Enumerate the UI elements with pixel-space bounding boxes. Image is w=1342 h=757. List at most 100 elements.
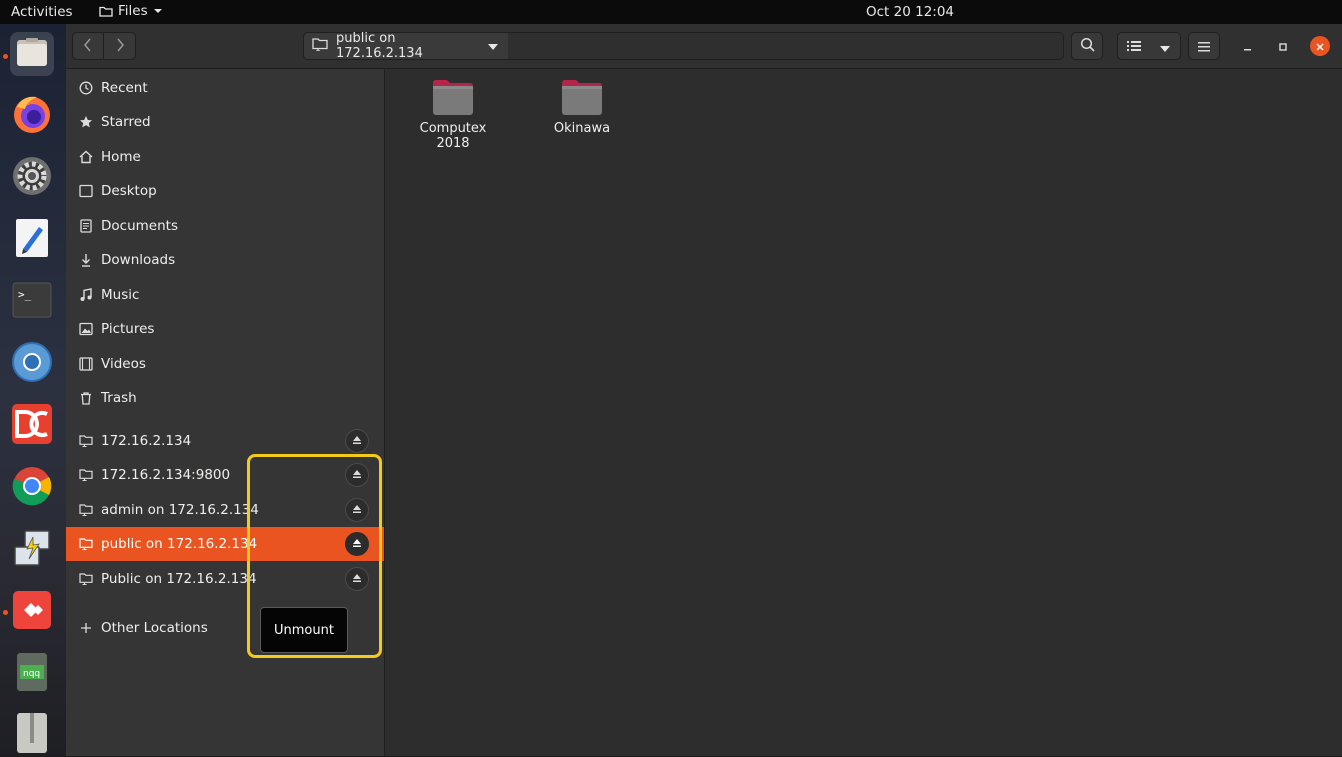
network-folder-icon <box>79 572 93 586</box>
dock-anydesk[interactable] <box>10 590 54 634</box>
sidebar-item-label: Starred <box>101 114 151 130</box>
sidebar-item-label: admin on 172.16.2.134 <box>101 502 259 518</box>
dock-settings[interactable] <box>10 156 54 200</box>
running-indicator <box>3 54 8 59</box>
network-folder-icon <box>79 468 93 482</box>
dock-terminal[interactable]: >_ <box>10 280 54 324</box>
running-indicator <box>3 610 8 615</box>
home-icon <box>79 150 93 164</box>
folder-name-line1: Computex <box>419 121 487 136</box>
files-icon <box>14 34 50 74</box>
back-button[interactable] <box>72 32 104 60</box>
firefox-icon <box>11 93 53 139</box>
picture-icon <box>79 322 93 336</box>
sidebar-item-label: Other Locations <box>101 620 208 636</box>
sidebar-item-starred[interactable]: Starred <box>66 105 384 139</box>
sidebar-item-label: 172.16.2.134:9800 <box>101 467 231 483</box>
close-icon <box>1315 37 1325 56</box>
header-bar: public on 172.16.2.134 <box>66 24 1342 69</box>
dock-chromium[interactable] <box>10 342 54 386</box>
sidebar-item-label: public on 172.16.2.134 <box>101 536 258 552</box>
dock-text-editor[interactable] <box>10 218 54 262</box>
view-options-button[interactable] <box>1149 32 1181 60</box>
sidebar-item-label: Downloads <box>101 252 176 268</box>
eject-icon <box>352 433 362 449</box>
sidebar-item-desktop[interactable]: Desktop <box>66 174 384 208</box>
terminal-icon: >_ <box>12 281 52 323</box>
svg-text:nqq: nqq <box>23 669 40 679</box>
close-button[interactable] <box>1310 36 1330 56</box>
network-folder-icon <box>312 37 328 55</box>
desktop-icon <box>79 184 93 198</box>
dock-remote-desktop[interactable] <box>10 528 54 572</box>
chevron-down-icon <box>153 8 163 14</box>
search-button[interactable] <box>1071 32 1103 60</box>
sidebar-item-label: Pictures <box>101 321 155 337</box>
folder-item[interactable]: Okinawa <box>532 77 632 136</box>
dock-firefox[interactable] <box>10 94 54 138</box>
app-menu[interactable]: Files <box>99 3 163 19</box>
clock-icon <box>79 81 93 95</box>
star-icon <box>79 115 93 129</box>
sidebar: Recent Starred Home Desktop Documents Do… <box>66 69 385 756</box>
dock-chrome[interactable] <box>10 466 54 510</box>
sidebar-item-pictures[interactable]: Pictures <box>66 312 384 346</box>
folder-item[interactable]: Computex 2018 <box>403 77 503 151</box>
activities-button[interactable]: Activities <box>11 4 73 20</box>
dock-double-commander[interactable] <box>10 404 54 448</box>
sidebar-item-label: Music <box>101 287 140 303</box>
dock-archive-manager[interactable] <box>10 712 54 756</box>
archive-manager-icon <box>15 711 49 757</box>
sidebar-item-network-mount[interactable]: 172.16.2.134 <box>66 424 384 458</box>
sidebar-item-music[interactable]: Music <box>66 278 384 312</box>
chevron-right-icon <box>115 37 125 56</box>
list-view-button[interactable] <box>1117 32 1150 60</box>
network-folder-icon <box>79 503 93 517</box>
folder-icon <box>99 5 113 17</box>
dock-files[interactable] <box>10 32 54 76</box>
sidebar-item-home[interactable]: Home <box>66 140 384 174</box>
main-menu-button[interactable] <box>1188 32 1220 60</box>
chromium-icon <box>11 341 53 387</box>
sidebar-item-downloads[interactable]: Downloads <box>66 243 384 277</box>
plus-icon <box>79 621 93 635</box>
navigation-buttons <box>72 32 136 60</box>
minimize-button[interactable] <box>1237 36 1257 56</box>
folder-name-line2: 2018 <box>436 136 470 151</box>
dock-notes[interactable]: nqq <box>10 652 54 696</box>
search-icon <box>1080 37 1095 56</box>
dock: >_ nqq <box>0 24 66 756</box>
chrome-icon <box>11 465 53 511</box>
file-view[interactable]: Computex 2018 Okinawa <box>385 69 1342 756</box>
music-icon <box>79 288 93 302</box>
sidebar-item-label: Trash <box>101 390 137 406</box>
sidebar-item-trash[interactable]: Trash <box>66 381 384 415</box>
files-window: public on 172.16.2.134 Recent Starred Ho… <box>66 24 1342 756</box>
top-bar: Activities Files Oct 20 12:04 <box>0 0 1342 24</box>
sidebar-item-videos[interactable]: Videos <box>66 347 384 381</box>
app-menu-label: Files <box>118 3 148 19</box>
chevron-down-icon <box>488 39 498 54</box>
download-icon <box>79 253 93 267</box>
path-bar-area[interactable] <box>508 32 1064 60</box>
sidebar-item-label: Documents <box>101 218 178 234</box>
sidebar-item-label: Home <box>101 149 141 165</box>
path-bar-button[interactable]: public on 172.16.2.134 <box>303 31 509 61</box>
sidebar-item-recent[interactable]: Recent <box>66 71 384 105</box>
sidebar-item-label: Recent <box>101 80 148 96</box>
text-editor-icon <box>13 217 51 263</box>
clock[interactable]: Oct 20 12:04 <box>866 4 954 20</box>
sidebar-item-label: Public on 172.16.2.134 <box>101 571 257 587</box>
chevron-left-icon <box>83 37 93 56</box>
settings-icon <box>11 155 53 201</box>
svg-text:>_: >_ <box>18 288 32 301</box>
sidebar-item-label: 172.16.2.134 <box>101 433 192 449</box>
eject-button[interactable] <box>345 429 369 453</box>
forward-button[interactable] <box>104 32 136 60</box>
network-folder-icon <box>79 537 93 551</box>
document-icon <box>79 219 93 233</box>
chevron-down-icon <box>1159 37 1170 56</box>
maximize-button[interactable] <box>1273 36 1293 56</box>
sidebar-item-label: Desktop <box>101 183 157 199</box>
sidebar-item-documents[interactable]: Documents <box>66 209 384 243</box>
